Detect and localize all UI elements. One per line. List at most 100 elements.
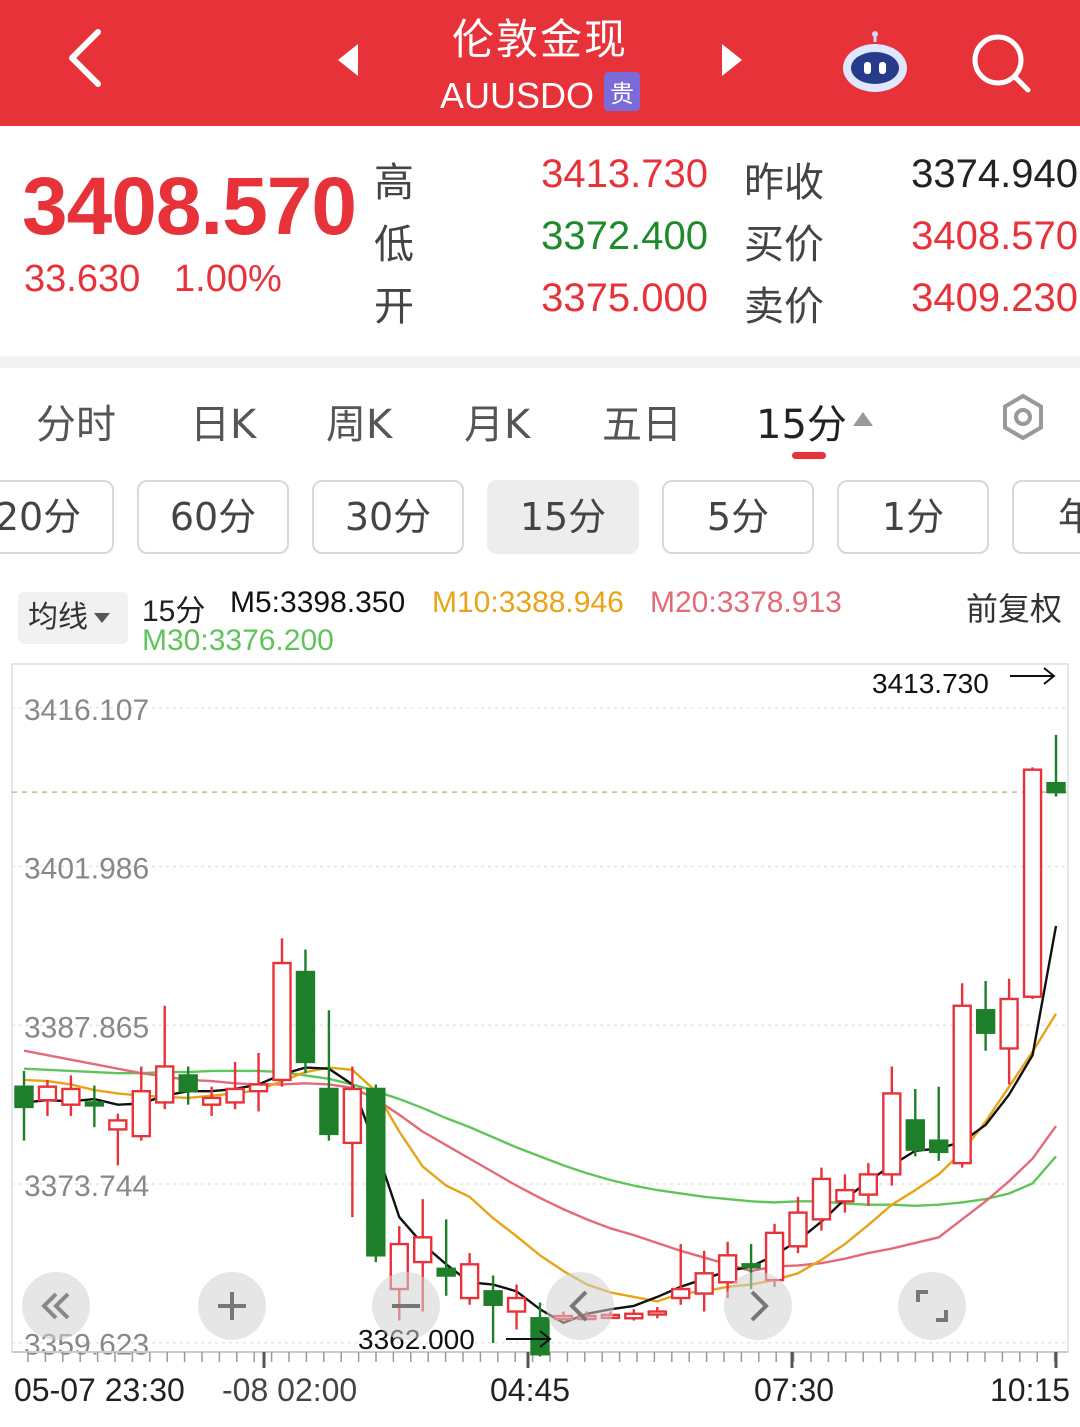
caret-down-icon <box>94 613 110 623</box>
candle-body <box>1046 781 1066 794</box>
tab-five-day[interactable]: 五日 <box>602 392 682 450</box>
tab-monthly-k[interactable]: 月K <box>464 392 530 450</box>
candle-body <box>201 1096 222 1106</box>
price-adjust-toggle[interactable]: 前复权 <box>966 584 1062 630</box>
candle-body <box>37 1085 58 1102</box>
tab-intraday[interactable]: 分时 <box>36 392 116 450</box>
app-header: 伦敦金现 AUUSDO 贵 <box>0 0 1080 126</box>
candle-body <box>694 1272 714 1295</box>
x-tick-label: 04:45 <box>490 1372 571 1408</box>
scroll-left-button[interactable] <box>546 1272 614 1340</box>
instrument-symbol-row: AUUSDO 贵 <box>0 72 1080 117</box>
candle-body <box>858 1173 879 1196</box>
next-instrument-icon[interactable] <box>716 40 746 80</box>
interval-1-min[interactable]: 1分 <box>837 480 989 554</box>
candle-body <box>624 1312 644 1320</box>
candle-body <box>647 1310 667 1316</box>
double-chevron-left-icon <box>41 1292 70 1320</box>
fullscreen-icon <box>916 1290 948 1322</box>
scroll-to-start-button[interactable] <box>22 1272 90 1340</box>
low-label: 低 <box>374 222 414 268</box>
chart-settings-icon[interactable] <box>998 392 1048 442</box>
candle-body <box>999 997 1019 1050</box>
tab-weekly-k[interactable]: 周K <box>326 392 392 450</box>
ask-value: 3409.230 <box>911 276 1078 320</box>
interval-120-min[interactable]: 20分 <box>0 480 114 554</box>
chevron-right-icon <box>750 1290 769 1322</box>
candle-body <box>506 1296 527 1313</box>
candle-body <box>741 1263 761 1269</box>
candle-body <box>835 1188 855 1203</box>
bid-label: 买价 <box>744 222 824 268</box>
robot-assistant-icon[interactable] <box>838 30 912 94</box>
interval-60-min[interactable]: 60分 <box>137 480 289 554</box>
chevron-left-icon <box>569 1290 588 1322</box>
candle-body <box>905 1119 925 1151</box>
candle-body <box>929 1139 949 1154</box>
zoom-out-button[interactable] <box>372 1272 440 1340</box>
candle-body <box>459 1263 480 1300</box>
candle-body <box>671 1287 691 1300</box>
interval-15-min[interactable]: 15分 <box>487 480 639 554</box>
candle-body <box>272 961 292 1082</box>
zoom-in-button[interactable] <box>198 1272 266 1340</box>
candle-body <box>108 1119 128 1131</box>
ma20-value: M20:3378.913 <box>650 586 842 619</box>
candle-body <box>155 1065 175 1104</box>
candle-body <box>84 1101 105 1107</box>
ma30-value: M30:3376.200 <box>142 624 334 657</box>
interval-30-min[interactable]: 30分 <box>312 480 464 554</box>
candle-body <box>413 1236 433 1264</box>
ma5-value: M5:3398.350 <box>230 586 406 619</box>
scroll-right-button[interactable] <box>724 1272 792 1340</box>
ask-label: 卖价 <box>744 284 824 330</box>
interval-5-min[interactable]: 5分 <box>662 480 814 554</box>
price-change-percent: 1.00% <box>174 258 282 300</box>
candle-body <box>366 1087 386 1257</box>
candle-body <box>248 1083 269 1093</box>
y-tick-label: 3387.865 <box>24 1011 149 1044</box>
bid-value: 3408.570 <box>911 214 1078 258</box>
open-label: 开 <box>374 284 414 330</box>
x-tick-label: 10:15 <box>990 1372 1071 1408</box>
prev-close-value: 3374.940 <box>911 152 1078 196</box>
y-tick-label: 3401.986 <box>24 853 149 886</box>
candle-body <box>61 1087 81 1106</box>
ma10-value: M10:3388.946 <box>432 586 624 619</box>
candle-body <box>319 1087 339 1136</box>
candle-body <box>811 1177 832 1221</box>
candle-body <box>178 1074 198 1093</box>
section-divider <box>0 356 1080 368</box>
fullscreen-button[interactable] <box>898 1272 966 1340</box>
moving-average-selector[interactable]: 均线 <box>18 592 128 644</box>
y-tick-label: 3373.744 <box>24 1170 149 1203</box>
candle-body <box>882 1092 902 1176</box>
period-tabs: 分时 日K 周K 月K 五日 15分 <box>0 368 1080 464</box>
open-value: 3375.000 <box>541 276 708 320</box>
interval-year[interactable]: 年 <box>1012 480 1080 554</box>
caret-up-icon <box>852 412 873 426</box>
x-tick-label: 07:30 <box>754 1372 835 1408</box>
tab-15-min-label: 15分 <box>756 402 847 448</box>
tab-daily-k[interactable]: 日K <box>190 392 256 450</box>
price-change: 33.630 <box>24 258 141 300</box>
candle-body <box>342 1087 363 1145</box>
candle-body <box>952 1004 972 1165</box>
low-value: 3372.400 <box>541 214 708 258</box>
search-icon[interactable] <box>966 28 1036 98</box>
candle-body <box>225 1087 245 1104</box>
candle-body <box>483 1290 503 1306</box>
high-value: 3413.730 <box>541 152 708 196</box>
x-tick-label: -08 02:00 <box>222 1372 358 1408</box>
tab-15-min[interactable]: 15分 <box>756 392 873 450</box>
candle-body <box>1022 768 1043 998</box>
candle-body <box>975 1009 996 1034</box>
candle-body <box>788 1211 808 1248</box>
instrument-title: 伦敦金现 <box>451 15 628 64</box>
high-label: 高 <box>374 160 414 206</box>
chart-plot-area <box>11 663 1069 1353</box>
quote-panel: 3408.570 33.630 1.00% 高 低 开 3413.730 337… <box>0 126 1080 358</box>
candle-body <box>295 970 316 1064</box>
plus-icon <box>218 1292 246 1320</box>
x-tick-label: 05-07 23:30 <box>14 1372 185 1408</box>
